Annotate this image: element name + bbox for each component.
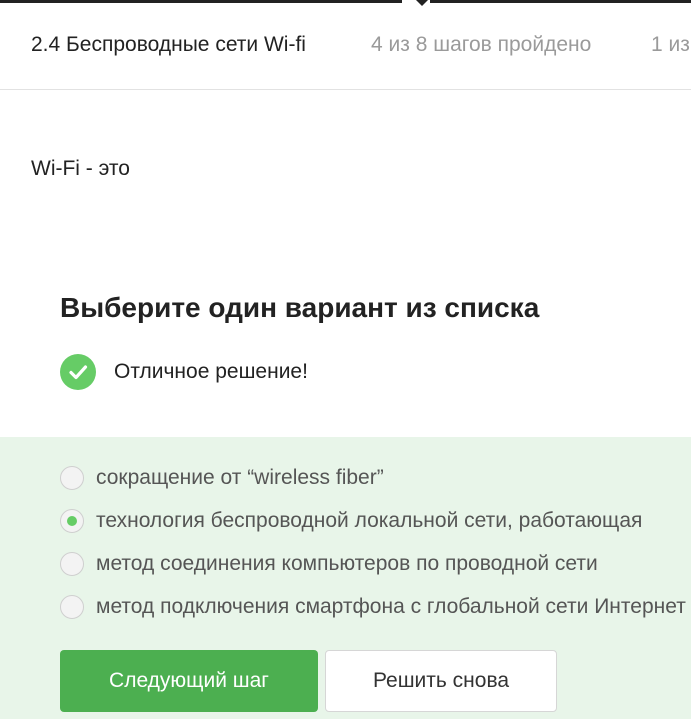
lesson-header: 2.4 Беспроводные сети Wi-fi 4 из 8 шагов… — [0, 3, 691, 90]
radio-button-selected[interactable] — [60, 509, 84, 533]
option-item[interactable]: технология беспроводной локальной сети, … — [60, 508, 642, 534]
feedback-message: Отличное решение! — [60, 354, 308, 390]
next-step-button[interactable]: Следующий шаг — [60, 650, 318, 712]
option-item[interactable]: метод подключения смартфона с глобальной… — [60, 594, 686, 620]
quiz-title: Выберите один вариант из списка — [60, 292, 540, 323]
option-label[interactable]: технология беспроводной локальной сети, … — [96, 509, 642, 533]
radio-button[interactable] — [60, 466, 84, 490]
lesson-title[interactable]: 2.4 Беспроводные сети Wi-fi — [31, 33, 306, 57]
radio-button[interactable] — [60, 595, 84, 619]
radio-button[interactable] — [60, 552, 84, 576]
steps-progress: 4 из 8 шагов пройдено — [371, 33, 592, 56]
option-item[interactable]: сокращение от “wireless fiber” — [60, 465, 384, 491]
option-label[interactable]: метод подключения смартфона с глобальной… — [96, 595, 686, 619]
option-label[interactable]: метод соединения компьютеров по проводно… — [96, 552, 598, 576]
checkmark-circle-icon — [60, 354, 96, 390]
step-page: 2.4 Беспроводные сети Wi-fi 4 из 8 шагов… — [0, 0, 691, 719]
option-label[interactable]: сокращение от “wireless fiber” — [96, 466, 384, 490]
feedback-label: Отличное решение! — [114, 360, 308, 383]
answer-options: сокращение от “wireless fiber” технологи… — [0, 437, 691, 719]
question-text: Wi-Fi - это — [31, 157, 130, 180]
option-item[interactable]: метод соединения компьютеров по проводно… — [60, 551, 598, 577]
radio-dot-icon — [67, 516, 77, 526]
points-progress: 1 из — [651, 33, 690, 56]
retry-button[interactable]: Решить снова — [325, 650, 557, 712]
